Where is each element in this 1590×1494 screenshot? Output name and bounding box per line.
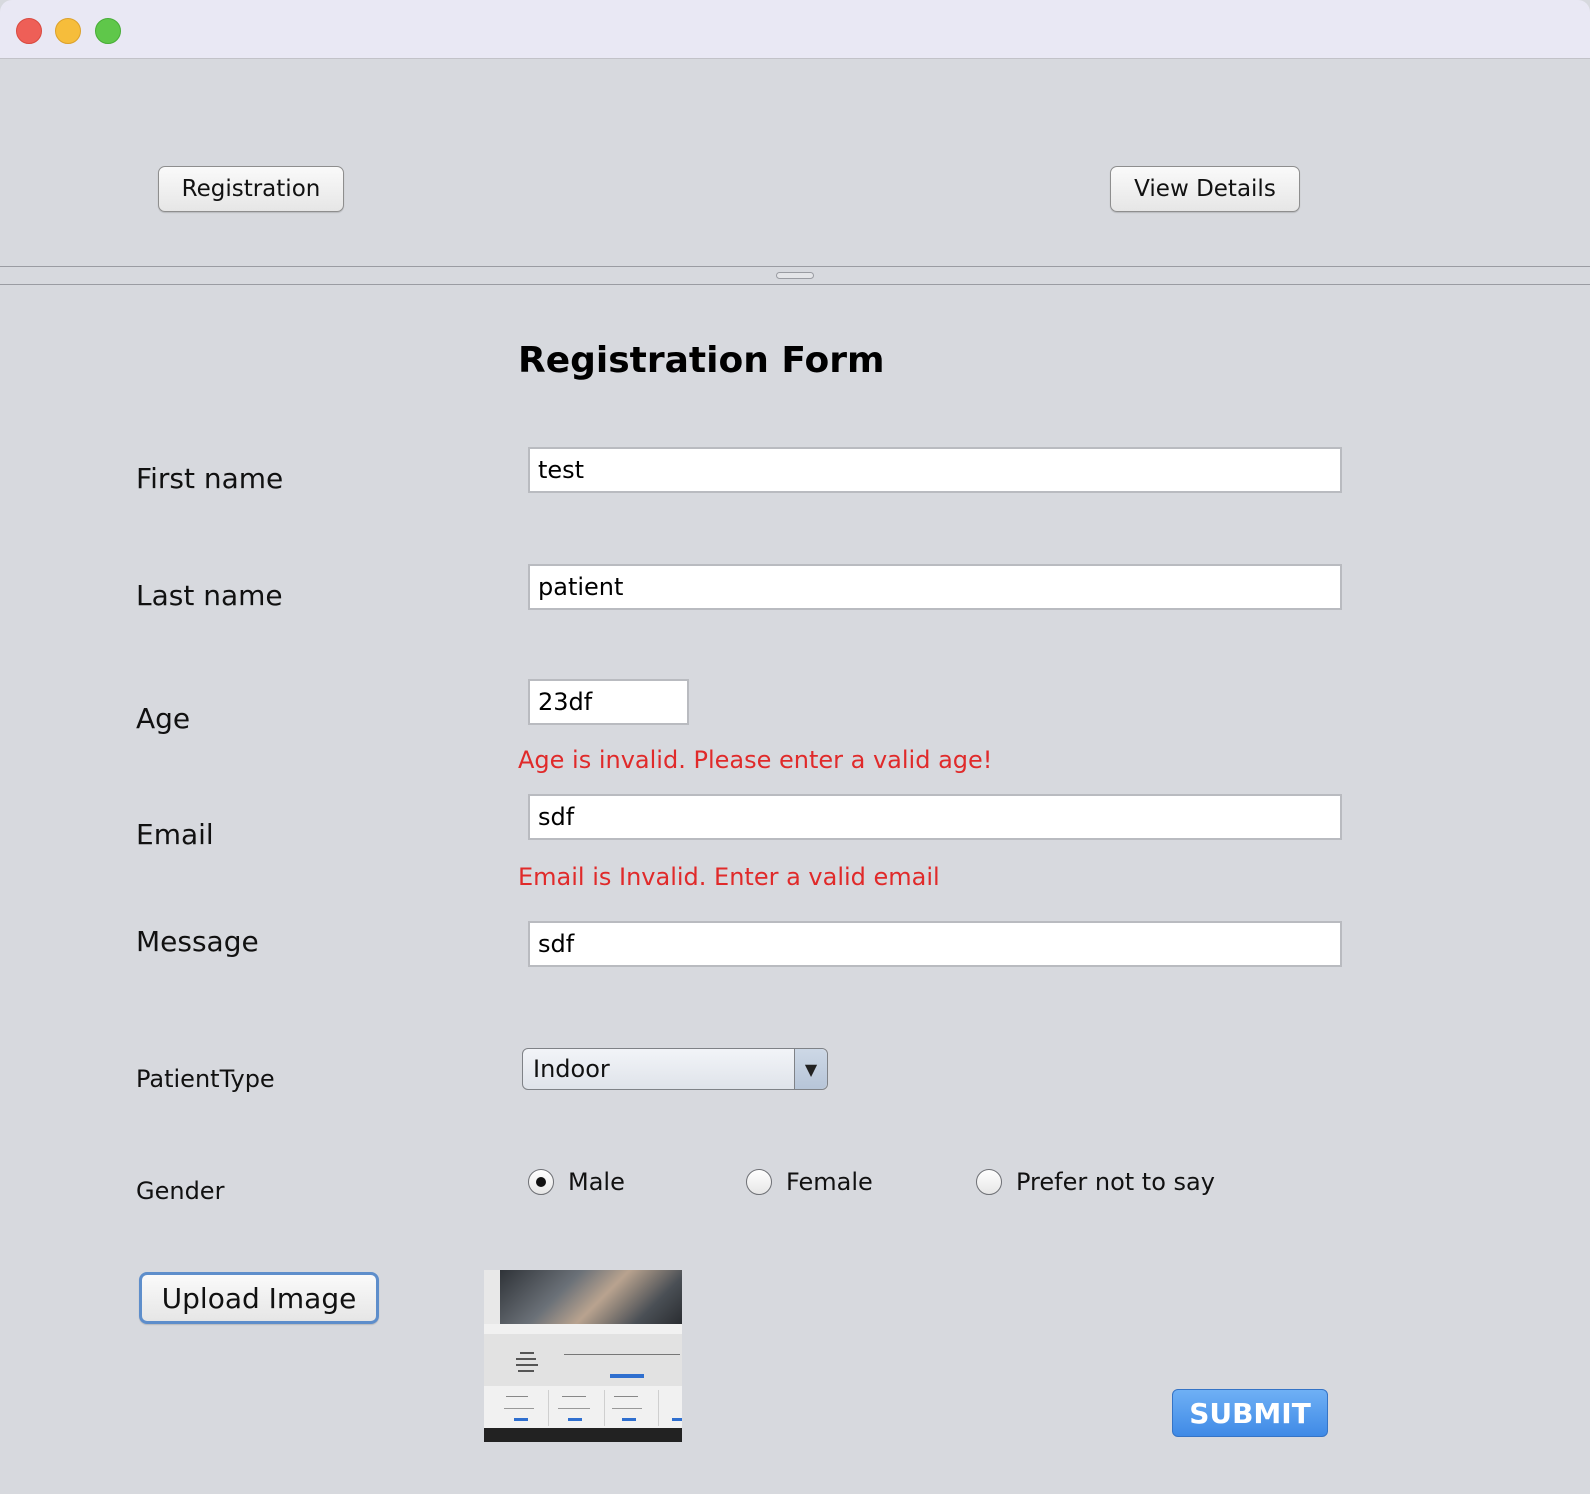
email-field[interactable]: sdf: [528, 794, 1342, 840]
radio-selected-icon: [528, 1169, 554, 1195]
gender-option-label: Prefer not to say: [1016, 1168, 1215, 1196]
app-window: Registration View Details Registration F…: [0, 0, 1590, 1494]
patient-type-selected-value: Indoor: [533, 1055, 610, 1083]
last-name-field[interactable]: patient: [528, 564, 1342, 610]
minimize-window-button[interactable]: [55, 18, 81, 44]
gender-option-label: Male: [568, 1168, 625, 1196]
upload-image-button[interactable]: Upload Image: [139, 1272, 379, 1324]
gender-option-label: Female: [786, 1168, 873, 1196]
first-name-label: First name: [136, 462, 284, 495]
last-name-label: Last name: [136, 579, 283, 612]
split-divider-top: [0, 266, 1590, 267]
title-bar: [0, 0, 1590, 59]
close-window-button[interactable]: [16, 18, 42, 44]
first-name-field[interactable]: test: [528, 447, 1342, 493]
email-label: Email: [136, 818, 214, 851]
uploaded-image-preview: [484, 1270, 682, 1442]
age-field[interactable]: 23df: [528, 679, 689, 725]
patient-type-select[interactable]: Indoor ▼: [522, 1048, 828, 1090]
gender-option-male[interactable]: Male: [528, 1164, 625, 1200]
age-error-message: Age is invalid. Please enter a valid age…: [518, 746, 993, 774]
gender-option-prefer-not-to-say[interactable]: Prefer not to say: [976, 1164, 1215, 1200]
radio-unselected-icon: [746, 1169, 772, 1195]
age-label: Age: [136, 702, 191, 735]
message-field[interactable]: sdf: [528, 921, 1342, 967]
message-label: Message: [136, 925, 259, 958]
gender-option-female[interactable]: Female: [746, 1164, 873, 1200]
split-pane-grip[interactable]: [776, 272, 814, 279]
patient-type-label: PatientType: [136, 1065, 275, 1093]
gender-label: Gender: [136, 1177, 225, 1205]
chevron-down-icon: ▼: [794, 1049, 827, 1089]
maximize-window-button[interactable]: [95, 18, 121, 44]
view-details-button[interactable]: View Details: [1110, 166, 1300, 212]
email-error-message: Email is Invalid. Enter a valid email: [518, 863, 940, 891]
submit-button[interactable]: SUBMIT: [1172, 1389, 1328, 1437]
form-title: Registration Form: [518, 340, 885, 381]
radio-unselected-icon: [976, 1169, 1002, 1195]
split-divider-bottom: [0, 284, 1590, 285]
registration-tab-button[interactable]: Registration: [158, 166, 344, 212]
